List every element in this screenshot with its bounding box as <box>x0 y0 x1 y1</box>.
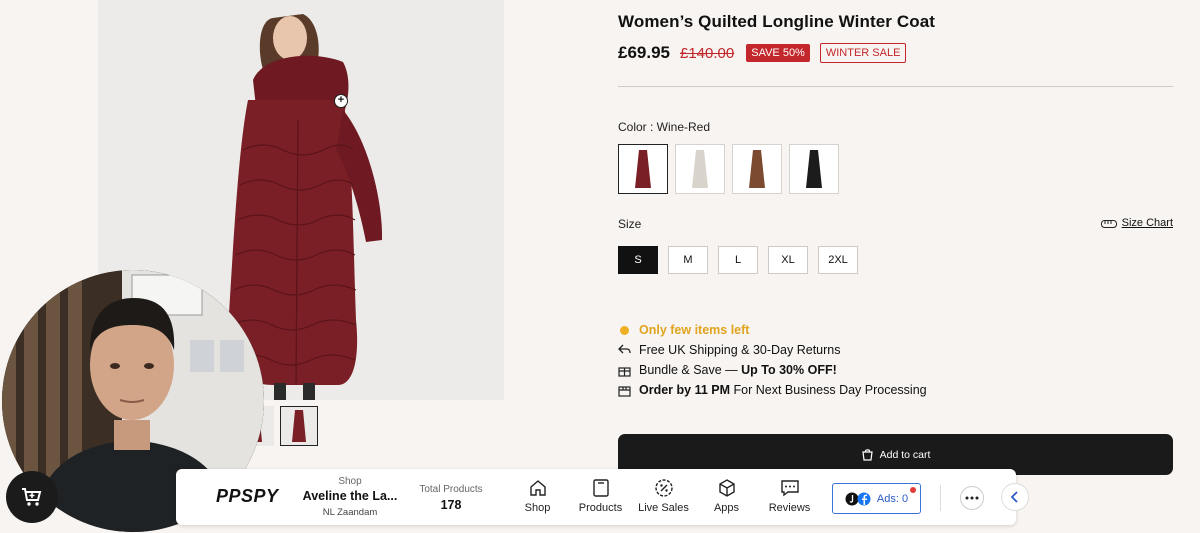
notification-dot <box>910 487 916 493</box>
color-swatches <box>618 144 839 194</box>
ads-label: Ads: 0 <box>876 492 909 505</box>
nav-live-sales-label: Live Sales <box>638 502 689 514</box>
size-option-s[interactable]: S <box>618 246 658 274</box>
price-row: £69.95 £140.00 SAVE 50% WINTER SALE <box>618 43 907 63</box>
size-option-m[interactable]: M <box>668 246 708 274</box>
sale-badge: WINTER SALE <box>819 43 907 63</box>
toolbar-separator <box>940 485 941 511</box>
save-badge: SAVE 50% <box>746 44 810 62</box>
stock-dot-icon <box>618 324 631 337</box>
total-products: Total Products 178 <box>416 484 486 512</box>
swatch-brown[interactable] <box>732 144 782 194</box>
shopping-cart-icon <box>22 488 42 506</box>
shop-caption: Shop <box>338 476 362 487</box>
nav-shop[interactable]: Shop <box>506 478 569 514</box>
nav-shop-label: Shop <box>524 502 551 514</box>
gift-icon <box>618 364 631 377</box>
nav-products-label: Products <box>578 502 623 514</box>
product-title: Women’s Quilted Longline Winter Coat <box>618 12 936 31</box>
bundle-text: Bundle & Save — <box>639 363 742 377</box>
size-option-2xl[interactable]: 2XL <box>818 246 858 274</box>
ruler-icon <box>1100 219 1117 228</box>
swatch-beige[interactable] <box>675 144 725 194</box>
thumbnail-active[interactable] <box>280 406 318 446</box>
stock-text: Only few items left <box>639 323 750 337</box>
shop-info[interactable]: Shop Aveline the La... NL Zaandam <box>296 476 404 518</box>
stock-row: Only few items left <box>618 320 927 340</box>
size-chart-label: Size Chart <box>1121 217 1173 229</box>
cube-icon <box>718 479 735 497</box>
swatch-wine-red[interactable] <box>618 144 668 194</box>
ppspy-toolbar: PPSPY Shop Aveline the La... NL Zaandam … <box>176 469 1029 525</box>
more-dots-icon <box>965 496 979 500</box>
shipping-text: Free UK Shipping & 30-Day Returns <box>639 343 841 357</box>
size-option-l[interactable]: L <box>718 246 758 274</box>
nav-reviews[interactable]: Reviews <box>758 478 821 514</box>
nav-apps-label: Apps <box>713 502 740 514</box>
size-label: Size <box>618 217 642 231</box>
nav-reviews-label: Reviews <box>768 502 811 514</box>
nav-live-sales[interactable]: Live Sales <box>632 478 695 514</box>
info-list: Only few items left Free UK Shipping & 3… <box>618 320 927 400</box>
tiktok-facebook-icon <box>845 492 871 505</box>
shop-name: Aveline the La... <box>302 489 398 503</box>
box-icon <box>618 384 631 397</box>
coat-swatch-icon <box>749 150 765 188</box>
add-to-cart-label: Add to cart <box>879 448 931 461</box>
box-icon <box>592 479 609 497</box>
chevron-left-icon <box>1010 491 1018 503</box>
return-arrow-icon <box>618 344 631 357</box>
coat-thumb-icon <box>292 410 306 442</box>
order-row: Order by 11 PM For Next Business Day Pro… <box>618 380 927 400</box>
size-options: S M L XL 2XL <box>618 246 858 274</box>
collapse-toolbar-button[interactable] <box>1001 483 1029 511</box>
size-option-xl[interactable]: XL <box>768 246 808 274</box>
ppspy-logo: PPSPY <box>216 486 279 506</box>
order-text: For Next Business Day Processing <box>730 383 927 397</box>
shipping-row: Free UK Shipping & 30-Day Returns <box>618 340 927 360</box>
zoom-icon[interactable]: + <box>334 94 348 108</box>
divider <box>618 86 1173 87</box>
ppspy-nav: Shop Products Live Sales Apps Reviews <box>506 478 821 514</box>
cart-floating-button[interactable] <box>6 471 58 523</box>
shop-location: NL Zaandam <box>322 507 378 518</box>
color-label: Color : Wine-Red <box>618 120 711 134</box>
home-icon <box>529 480 546 496</box>
nav-apps[interactable]: Apps <box>695 478 758 514</box>
ads-button[interactable]: Ads: 0 <box>832 483 921 514</box>
current-price: £69.95 <box>618 43 670 62</box>
chat-icon <box>780 480 799 497</box>
coat-swatch-icon <box>692 150 708 188</box>
total-products-caption: Total Products <box>419 484 483 495</box>
original-price: £140.00 <box>680 44 735 62</box>
total-products-value: 178 <box>440 498 462 512</box>
order-deadline: Order by 11 PM <box>639 383 731 397</box>
bag-icon <box>861 449 873 461</box>
swatch-black[interactable] <box>789 144 839 194</box>
percent-badge-icon <box>654 479 673 497</box>
more-options-button[interactable] <box>960 486 984 510</box>
coat-swatch-icon <box>635 150 651 188</box>
nav-products[interactable]: Products <box>569 478 632 514</box>
coat-swatch-icon <box>806 150 822 188</box>
size-chart-link[interactable]: Size Chart <box>1100 217 1173 229</box>
bundle-row: Bundle & Save — Up To 30% OFF! <box>618 360 927 380</box>
bundle-offer: Up To 30% OFF! <box>741 363 837 377</box>
